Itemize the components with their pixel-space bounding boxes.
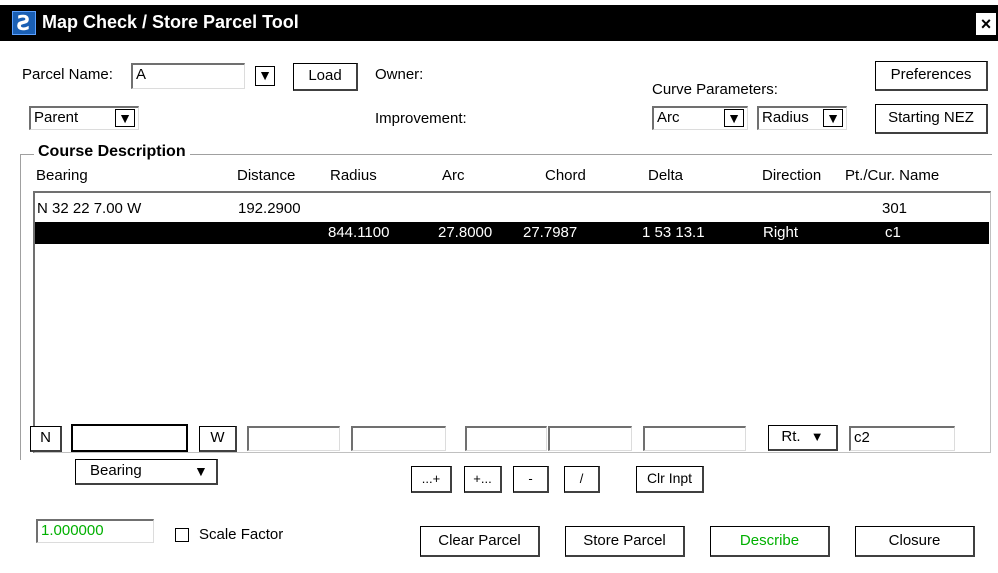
curve-param-value: Radius: [762, 109, 809, 126]
parent-select-value: Parent: [34, 109, 79, 126]
delete-button[interactable]: -: [513, 466, 549, 493]
column-header-chord: Chord: [545, 167, 586, 184]
west-button[interactable]: W: [199, 426, 237, 452]
chevron-down-icon: ▼: [810, 429, 824, 444]
direction-dropdown[interactable]: Rt. ▼: [768, 425, 838, 451]
column-header-arc: Arc: [442, 167, 465, 184]
curve-param-select[interactable]: Radius ▼: [757, 106, 847, 130]
insert-before-button[interactable]: +...: [464, 466, 502, 493]
column-header-name: Pt./Cur. Name: [845, 167, 940, 184]
cell-name: 301: [882, 200, 908, 217]
column-header-bearing: Bearing: [36, 167, 88, 184]
bearing-type-value: Bearing: [90, 462, 142, 479]
arc-input[interactable]: [465, 426, 547, 451]
radius-input[interactable]: [351, 426, 446, 451]
parcel-name-dropdown-icon[interactable]: ▼: [255, 66, 275, 86]
closure-button[interactable]: Closure: [855, 526, 975, 557]
dialog-body: Parcel Name: A ▼ Load Owner: Curve Param…: [0, 41, 998, 573]
north-button[interactable]: N: [30, 426, 62, 452]
cell-bearing: N 32 22 7.00 W: [37, 200, 142, 217]
clear-parcel-button[interactable]: Clear Parcel: [420, 526, 540, 557]
column-header-delta: Delta: [648, 167, 684, 184]
chevron-down-icon: ▼: [724, 109, 744, 127]
scale-factor-label: Scale Factor: [199, 526, 284, 543]
scale-factor-input[interactable]: 1.000000: [36, 519, 154, 543]
column-header-radius: Radius: [330, 167, 377, 184]
cell-radius: 844.1100: [328, 224, 390, 241]
describe-button[interactable]: Describe: [710, 526, 830, 557]
load-button[interactable]: Load: [293, 63, 358, 91]
parcel-name-input[interactable]: A: [131, 63, 245, 89]
close-icon[interactable]: ×: [976, 13, 996, 35]
table-row[interactable]: N 32 22 7.00 W 192.2900 301: [35, 198, 989, 220]
edit-button[interactable]: /: [564, 466, 600, 493]
app-icon: Ƨ: [12, 11, 36, 35]
cell-direction: Right: [763, 224, 799, 241]
starting-nez-button[interactable]: Starting NEZ: [875, 104, 988, 134]
curve-parameters-label: Curve Parameters:: [652, 81, 778, 98]
cell-arc: 27.8000: [438, 224, 493, 241]
improvement-label: Improvement:: [375, 110, 467, 127]
title-bar: Ƨ Map Check / Store Parcel Tool ×: [0, 5, 998, 41]
curve-type-value: Arc: [657, 109, 680, 126]
table-row-selected[interactable]: 844.1100 27.8000 27.7987 1 53 13.1 Right…: [35, 222, 989, 244]
bearing-type-dropdown[interactable]: Bearing ▼: [75, 459, 218, 485]
cell-chord: 27.7987: [523, 224, 578, 241]
append-after-button[interactable]: ...+: [411, 466, 452, 493]
store-parcel-button[interactable]: Store Parcel: [565, 526, 685, 557]
course-list[interactable]: N 32 22 7.00 W 192.2900 301 844.1100 27.…: [33, 191, 991, 453]
parcel-name-label: Parcel Name:: [22, 66, 113, 83]
point-name-input[interactable]: c2: [849, 426, 955, 451]
clear-input-button[interactable]: Clr Inpt: [636, 466, 704, 493]
column-header-direction: Direction: [762, 167, 822, 184]
chevron-down-icon: ▼: [823, 109, 843, 127]
delta-input[interactable]: [643, 426, 746, 451]
scale-factor-checkbox[interactable]: [175, 528, 189, 542]
direction-value: Rt.: [781, 428, 801, 445]
curve-type-select[interactable]: Arc ▼: [652, 106, 748, 130]
parent-select[interactable]: Parent ▼: [29, 106, 139, 130]
chevron-down-icon: ▼: [115, 109, 135, 127]
owner-label: Owner:: [375, 66, 424, 83]
window-title: Map Check / Store Parcel Tool: [42, 12, 299, 32]
bearing-degrees-input[interactable]: [71, 424, 188, 452]
preferences-button[interactable]: Preferences: [875, 61, 988, 91]
group-left-border: [20, 154, 21, 460]
distance-input[interactable]: [247, 426, 340, 451]
cell-delta: 1 53 13.1: [642, 224, 705, 241]
cell-distance: 192.2900: [238, 200, 301, 217]
column-header-distance: Distance: [237, 167, 296, 184]
course-description-label: Course Description: [34, 143, 190, 161]
chevron-down-icon: ▼: [194, 463, 208, 479]
cell-name: c1: [885, 224, 901, 241]
chord-input[interactable]: [548, 426, 632, 451]
